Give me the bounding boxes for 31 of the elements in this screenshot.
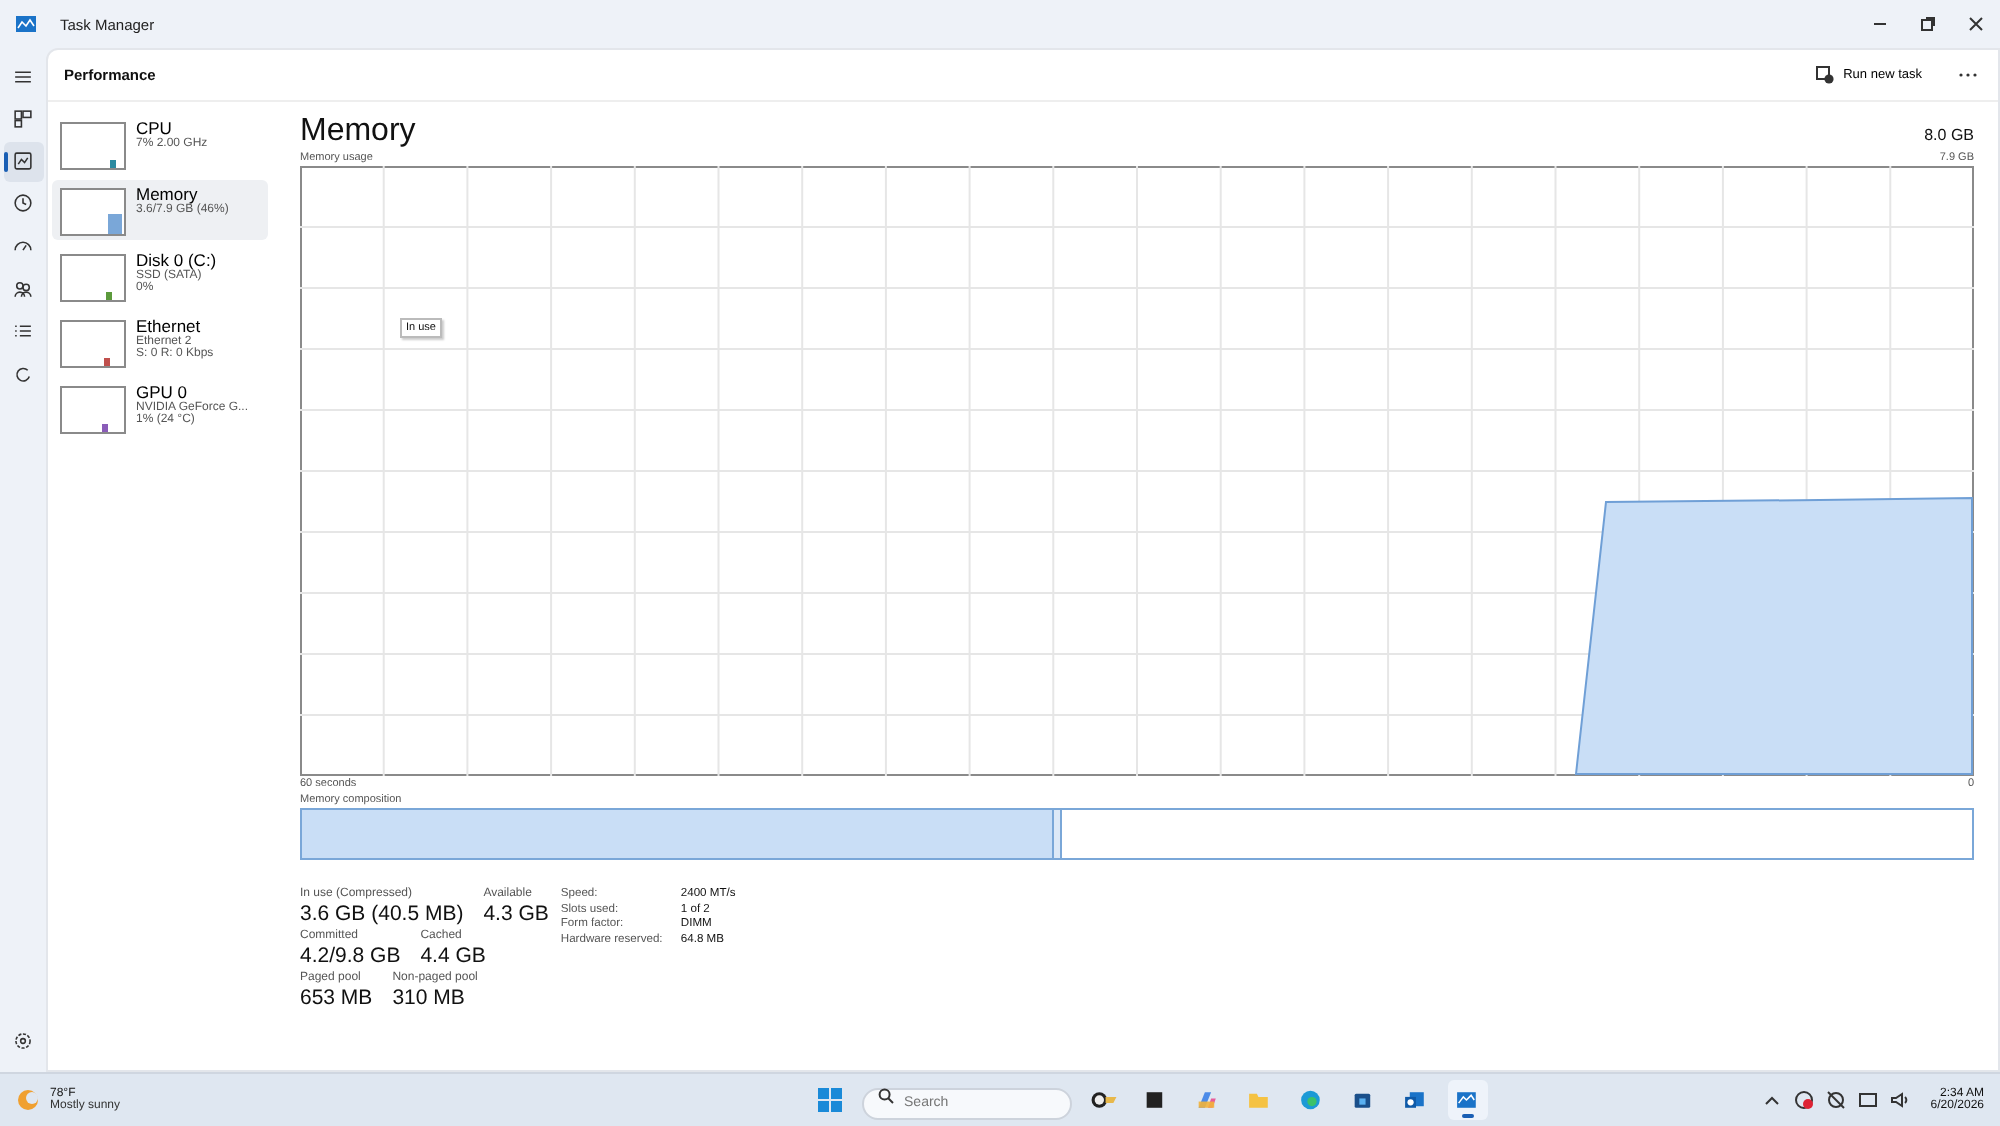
list-icon bbox=[12, 320, 34, 343]
mini-graph-icon bbox=[60, 188, 126, 236]
stat-value: 310 MB bbox=[392, 986, 467, 1010]
close-icon bbox=[1968, 16, 1984, 32]
taskmgr-taskbar-icon[interactable] bbox=[1448, 1080, 1489, 1120]
mini-graph-icon bbox=[60, 386, 126, 434]
search-icon bbox=[878, 1088, 895, 1105]
restore-icon bbox=[1920, 16, 1936, 32]
task-icon bbox=[1815, 66, 1834, 84]
mini-graph-icon bbox=[60, 122, 126, 170]
network-off-icon[interactable] bbox=[1826, 1090, 1847, 1110]
volume-icon[interactable] bbox=[1890, 1090, 1911, 1110]
clock-icon bbox=[12, 192, 34, 215]
stat-value: 653 MB bbox=[300, 986, 373, 1010]
grid-icon bbox=[12, 107, 34, 130]
total-memory: 8.0 GB bbox=[1924, 126, 1974, 144]
mini-graph-icon bbox=[60, 320, 126, 368]
settings-icon bbox=[12, 1029, 34, 1051]
memory-heading: Memory bbox=[300, 114, 416, 150]
app-icon bbox=[16, 16, 36, 32]
stat-value: 4.4 GB bbox=[420, 944, 486, 968]
stat-value: 4.2/9.8 GB bbox=[300, 944, 401, 968]
monitor-icon[interactable] bbox=[1858, 1090, 1879, 1110]
users-icon bbox=[12, 277, 34, 300]
stat-value: 4.3 GB bbox=[483, 902, 549, 926]
performance-nav-button[interactable] bbox=[3, 141, 43, 182]
chart-icon bbox=[12, 150, 34, 173]
refresh-icon bbox=[12, 363, 34, 386]
mini-graph-icon bbox=[60, 254, 126, 302]
more-icon bbox=[1958, 72, 1978, 78]
stat-value: 3.6 GB (40.5 MB) bbox=[300, 902, 464, 926]
